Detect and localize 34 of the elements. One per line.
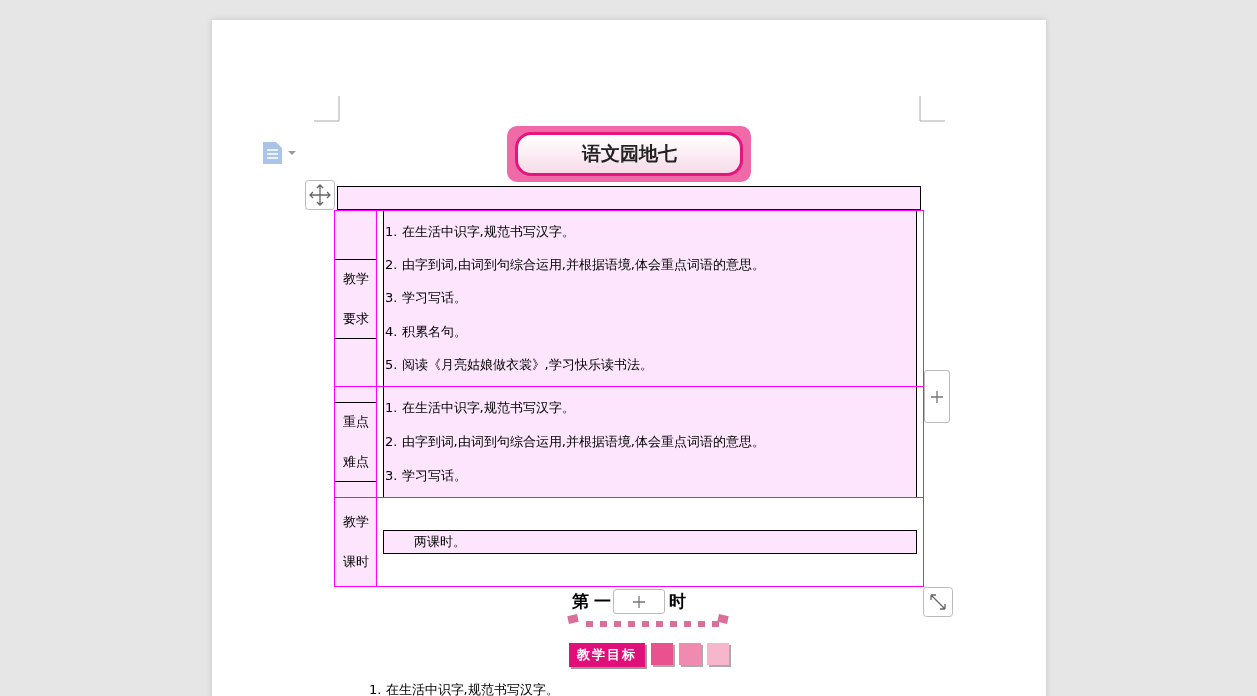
plus-icon (930, 389, 944, 404)
row-label: 教学 (342, 269, 369, 288)
section-heading: 时 (669, 589, 687, 613)
list-item: 4. 积累名句。 (384, 322, 468, 341)
row-label: 课时 (342, 553, 369, 571)
list-item: 2. 由字到词,由词到句综合运用,并根据语境,体会重点词语的意思。 (384, 256, 766, 275)
row-label: 要求 (342, 309, 369, 328)
row-label: 重点 (342, 413, 369, 431)
document-icon (263, 142, 283, 164)
resize-handle-icon[interactable] (923, 587, 953, 617)
body-text: 1. 在生活中识字,规范书写汉字。 (369, 681, 559, 696)
section-tag: 教学目标 (569, 643, 645, 667)
add-row-button[interactable] (613, 589, 666, 614)
caret-icon (287, 150, 297, 156)
row-label: 教学 (342, 513, 369, 531)
decor-square (651, 643, 673, 665)
corner-mark-icon (314, 96, 340, 122)
paste-options-button[interactable] (263, 142, 297, 164)
list-item: 3. 学习写话。 (384, 289, 468, 308)
decor-square (707, 643, 729, 665)
add-column-button[interactable] (924, 370, 950, 423)
banner-title: 语文园地七 (581, 141, 677, 166)
list-item: 5. 阅读《月亮姑娘做衣裳》,学习快乐读书法。 (384, 356, 654, 375)
list-item: 1. 在生活中识字,规范书写汉字。 (384, 399, 576, 417)
move-handle-icon[interactable] (305, 180, 335, 210)
list-item: 1. 在生活中识字,规范书写汉字。 (384, 222, 576, 241)
section-heading: 第 一 (571, 589, 612, 613)
list-item: 3. 学习写话。 (384, 467, 468, 485)
plus-icon (632, 594, 647, 609)
decor-square (679, 643, 701, 665)
corner-mark-icon (919, 96, 945, 122)
content-box: 两课时。 (383, 530, 917, 554)
list-item: 2. 由字到词,由词到句综合运用,并根据语境,体会重点词语的意思。 (384, 433, 766, 451)
row-label: 难点 (342, 453, 369, 471)
